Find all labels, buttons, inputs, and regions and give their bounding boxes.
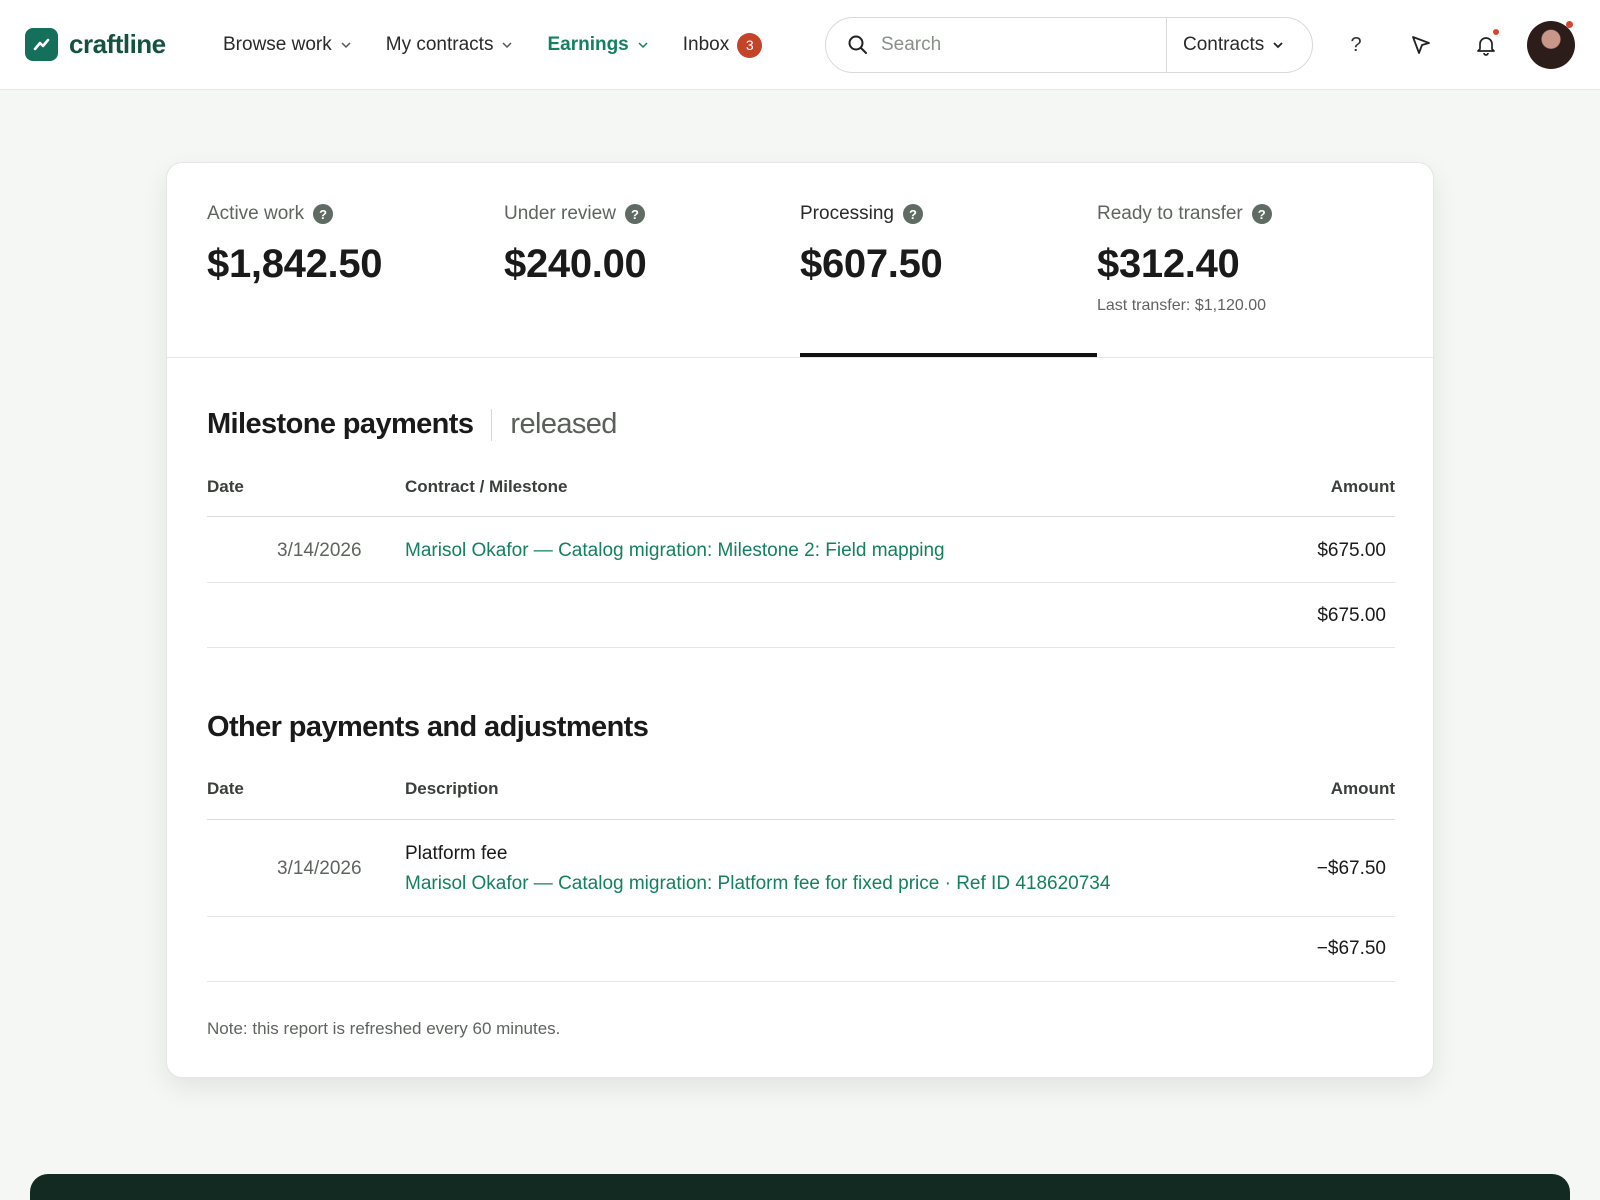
total-row: $675.00 bbox=[207, 583, 1395, 648]
cursor-icon bbox=[1412, 36, 1430, 54]
question-icon[interactable]: ? bbox=[313, 204, 334, 224]
stat-label: Processing bbox=[800, 203, 894, 224]
search-scope-label: Contracts bbox=[1183, 34, 1265, 55]
other-payments-table: Date Description Amount 3/14/2026 Platfo… bbox=[207, 773, 1395, 982]
nav-my-contracts[interactable]: My contracts bbox=[386, 34, 514, 56]
main-nav: Browse work My contracts Earnings Inbox … bbox=[223, 0, 796, 90]
brand-name: craftline bbox=[69, 29, 166, 59]
stat-label-row: Active work ? bbox=[207, 203, 504, 225]
nav-earnings[interactable]: Earnings bbox=[547, 34, 648, 56]
question-icon[interactable]: ? bbox=[1251, 204, 1272, 224]
row-amount: $675.00 bbox=[1317, 540, 1386, 561]
stat-processing[interactable]: Processing ? $607.50 bbox=[800, 203, 1097, 287]
bell-icon bbox=[1477, 37, 1495, 56]
nav-label: Earnings bbox=[547, 34, 629, 55]
inbox-count-badge: 3 bbox=[737, 32, 763, 58]
page-footer bbox=[30, 1174, 1570, 1200]
milestone-table: Date Contract / Milestone Amount 3/14/20… bbox=[207, 471, 1395, 648]
chevron-down-icon bbox=[502, 42, 512, 49]
total-amount: −$67.50 bbox=[1316, 938, 1386, 959]
milestone-section-title: Milestone payments released bbox=[207, 408, 617, 441]
row-title: Platform fee bbox=[405, 843, 508, 864]
table-row: 3/14/2026 Marisol Okafor — Catalog migra… bbox=[207, 517, 1395, 583]
active-tab-indicator bbox=[800, 353, 1097, 357]
brand-logo[interactable]: craftline bbox=[25, 28, 166, 61]
section-subheading: released bbox=[510, 408, 617, 440]
stat-label: Under review bbox=[504, 203, 616, 224]
question-icon[interactable]: ? bbox=[903, 204, 923, 224]
column-header-contract: Contract / Milestone bbox=[405, 477, 568, 496]
status-dot bbox=[1566, 21, 1573, 28]
search-scope-dropdown[interactable]: Contracts bbox=[1183, 18, 1284, 72]
search-input[interactable] bbox=[881, 25, 1151, 65]
notifications-button[interactable] bbox=[1466, 25, 1506, 65]
stat-value: $607.50 bbox=[800, 242, 943, 286]
chevron-down-icon bbox=[341, 42, 351, 49]
stat-active-work[interactable]: Active work ? $1,842.50 bbox=[207, 203, 504, 287]
earnings-summary-tabs: Active work ? $1,842.50 Under review ? $… bbox=[167, 163, 1435, 358]
stat-label-row: Ready to transfer ? bbox=[1097, 203, 1394, 225]
stat-under-review[interactable]: Under review ? $240.00 bbox=[504, 203, 801, 287]
question-icon[interactable]: ? bbox=[624, 204, 645, 224]
stat-label: Ready to transfer bbox=[1097, 203, 1243, 224]
nav-label: Inbox bbox=[682, 34, 730, 55]
last-transfer-text: Last transfer: $1,120.00 bbox=[1097, 297, 1266, 314]
nav-label: My contracts bbox=[385, 34, 494, 55]
search-bar: Contracts bbox=[825, 17, 1313, 73]
divider bbox=[491, 408, 493, 441]
user-avatar[interactable] bbox=[1527, 21, 1575, 69]
total-amount: $675.00 bbox=[1317, 605, 1386, 626]
fee-reference-link[interactable]: Marisol Okafor — Catalog migration: Plat… bbox=[405, 873, 1110, 895]
stat-ready-to-transfer[interactable]: Ready to transfer ? $312.40 Last transfe… bbox=[1097, 203, 1394, 315]
column-header-description: Description bbox=[405, 779, 499, 798]
top-navigation-bar: craftline Browse work My contracts Earni… bbox=[0, 0, 1600, 90]
stat-label: Active work bbox=[207, 203, 305, 224]
help-button[interactable]: ? bbox=[1336, 25, 1376, 65]
stat-value: $240.00 bbox=[504, 242, 647, 286]
section-heading: Milestone payments bbox=[207, 408, 474, 440]
nav-label: Browse work bbox=[223, 34, 332, 55]
stat-value: $1,842.50 bbox=[207, 242, 383, 286]
stat-value: $312.40 bbox=[1097, 242, 1240, 286]
section-heading: Other payments and adjustments bbox=[207, 711, 649, 743]
direct-contracts-button[interactable] bbox=[1401, 25, 1441, 65]
table-row: 3/14/2026 Platform fee Marisol Okafor — … bbox=[207, 820, 1395, 917]
stat-label-row: Processing ? bbox=[800, 203, 1097, 225]
milestone-link[interactable]: Marisol Okafor — Catalog migration: Mile… bbox=[405, 540, 945, 562]
help-icon: ? bbox=[1350, 33, 1362, 56]
stat-label-row: Under review ? bbox=[504, 203, 801, 225]
column-header-amount: Amount bbox=[1330, 477, 1395, 496]
row-date: 3/14/2026 bbox=[277, 540, 362, 561]
table-header: Date Contract / Milestone Amount bbox=[207, 471, 1395, 517]
search-icon bbox=[848, 35, 867, 54]
chevron-down-icon bbox=[1273, 42, 1283, 49]
nav-inbox[interactable]: Inbox 3 bbox=[682, 32, 763, 58]
column-header-date: Date bbox=[207, 779, 244, 798]
notification-dot bbox=[1493, 29, 1499, 35]
refresh-note: Note: this report is refreshed every 60 … bbox=[207, 1019, 561, 1038]
total-row: −$67.50 bbox=[207, 917, 1395, 982]
table-header: Date Description Amount bbox=[207, 773, 1395, 820]
column-header-amount: Amount bbox=[1330, 779, 1395, 798]
row-amount: −$67.50 bbox=[1316, 858, 1386, 879]
chevron-down-icon bbox=[638, 42, 648, 49]
trend-up-icon bbox=[25, 28, 58, 61]
column-header-date: Date bbox=[207, 477, 244, 496]
earnings-card: Active work ? $1,842.50 Under review ? $… bbox=[166, 162, 1435, 1078]
row-date: 3/14/2026 bbox=[277, 858, 362, 879]
search-divider bbox=[1166, 18, 1167, 72]
nav-browse-work[interactable]: Browse work bbox=[223, 34, 352, 56]
other-payments-title: Other payments and adjustments bbox=[207, 711, 649, 744]
